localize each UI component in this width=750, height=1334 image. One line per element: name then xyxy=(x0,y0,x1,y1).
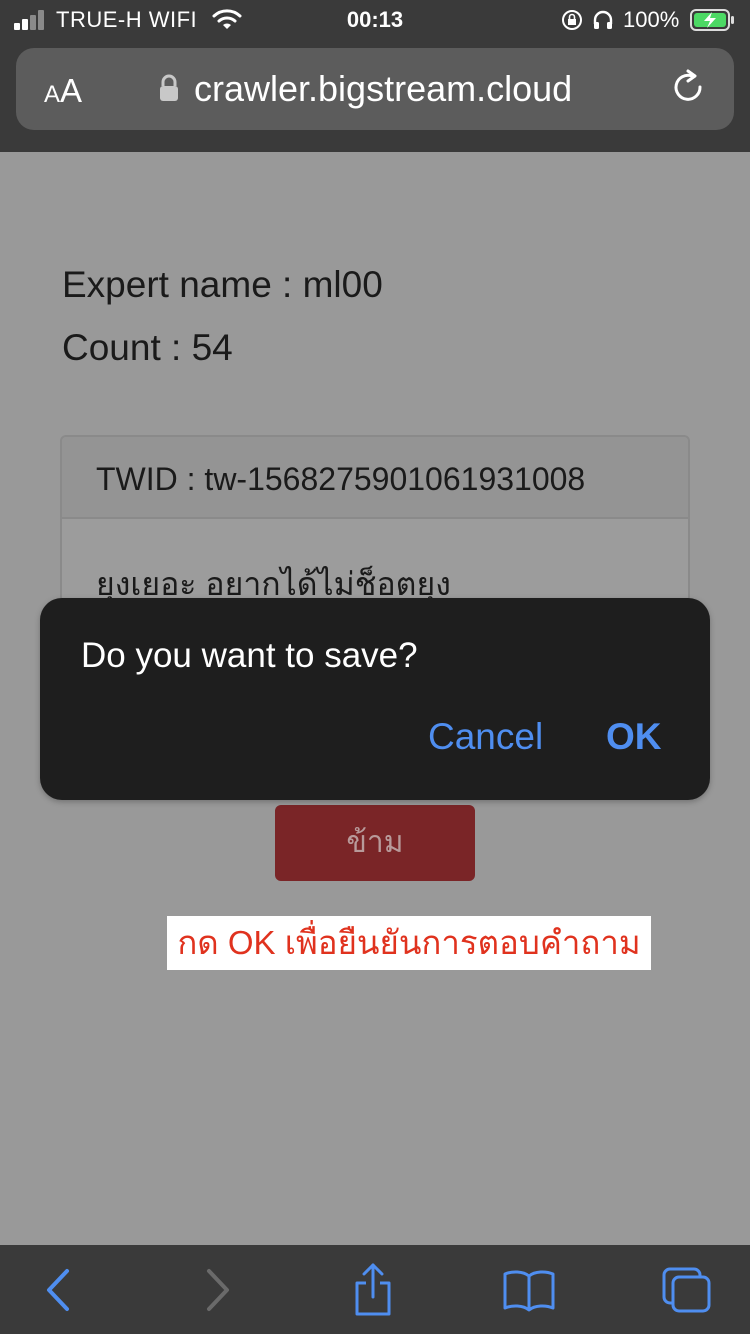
answer-count: Count : 54 xyxy=(62,327,233,368)
browser-top-chrome: TRUE-H WIFI 00:13 100% AA crawler.bigstr… xyxy=(0,0,750,152)
battery-percent: 100% xyxy=(623,7,680,32)
dialog-message: Do you want to save? xyxy=(81,636,418,675)
text-size-small-a: A xyxy=(44,81,61,108)
battery-charging-icon xyxy=(690,8,736,38)
text-size-big-a: A xyxy=(60,72,83,109)
text-size-button[interactable]: AA xyxy=(44,72,82,110)
confirm-dialog: Do you want to save? Cancel OK xyxy=(40,598,710,800)
status-bar: TRUE-H WIFI 00:13 100% xyxy=(0,0,750,42)
rotation-lock-icon xyxy=(561,9,583,37)
headphones-icon xyxy=(592,9,614,37)
url-text[interactable]: crawler.bigstream.cloud xyxy=(194,68,572,110)
address-bar[interactable]: AA crawler.bigstream.cloud xyxy=(16,48,734,130)
bookmarks-icon[interactable] xyxy=(499,1263,559,1317)
padlock-icon xyxy=(158,73,180,108)
back-icon[interactable] xyxy=(28,1263,88,1317)
skip-button[interactable]: ข้าม xyxy=(275,805,475,881)
expert-name: Expert name : ml00 xyxy=(62,264,383,305)
reload-icon[interactable] xyxy=(670,69,708,114)
tweet-text: ยุงเยอะ อยากได้ไม่ช็อตยุง xyxy=(96,566,451,602)
forward-icon[interactable] xyxy=(188,1263,248,1317)
tabs-icon[interactable] xyxy=(656,1263,716,1317)
browser-toolbar xyxy=(0,1245,750,1334)
tweet-id: TWID : tw-1568275901061931008 xyxy=(62,437,688,519)
share-icon[interactable] xyxy=(343,1263,403,1317)
instruction-caption: กด OK เพื่อยืนยันการตอบคำถาม xyxy=(167,916,651,970)
cancel-button[interactable]: Cancel xyxy=(428,716,543,758)
ok-button[interactable]: OK xyxy=(606,716,662,758)
